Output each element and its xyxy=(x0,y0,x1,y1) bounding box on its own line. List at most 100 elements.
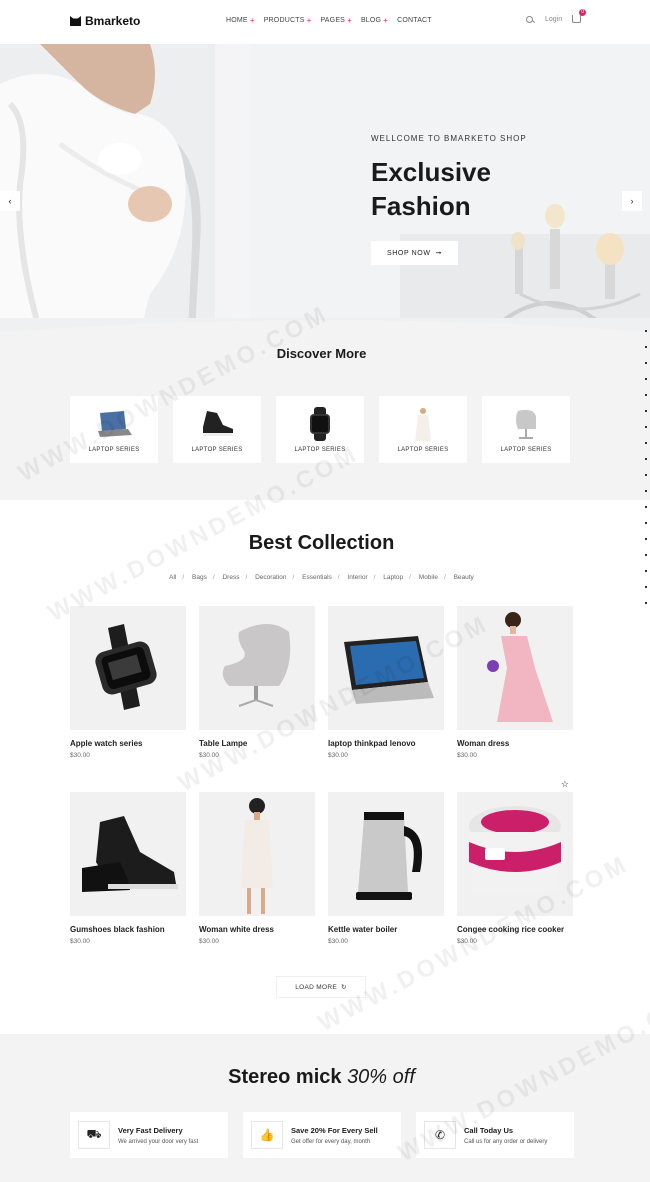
scroll-indicator xyxy=(645,330,648,630)
hero-content: WELLCOME TO BMARKETO SHOP Exclusive Fash… xyxy=(371,134,527,265)
product-price: $30.00 xyxy=(70,752,90,759)
feature-subtitle: Call us for any order or delivery xyxy=(464,1138,548,1145)
product-price: $30.00 xyxy=(199,752,219,759)
main-nav: HOME + PRODUCTS + PAGES + BLOG + CONTACT xyxy=(226,16,432,25)
product-name[interactable]: Kettle water boiler xyxy=(328,925,444,934)
filter-laptop[interactable]: Laptop xyxy=(383,574,403,581)
truck-icon: ⛟ xyxy=(78,1121,110,1149)
product-name[interactable]: Woman white dress xyxy=(199,925,315,934)
category-card[interactable]: LAPTOP SERIES xyxy=(70,396,158,463)
category-card[interactable]: LAPTOP SERIES xyxy=(276,396,364,463)
nav-label: PAGES xyxy=(320,17,346,24)
laptop-product-icon xyxy=(344,636,434,704)
promo-section: Stereo mick 30% off ⛟ Very Fast Delivery… xyxy=(0,1034,650,1182)
category-card[interactable]: LAPTOP SERIES xyxy=(482,396,570,463)
product-card[interactable]: Kettle water boiler $30.00 xyxy=(328,792,444,945)
filter-separator: / xyxy=(373,574,376,581)
header-actions: Login 0 xyxy=(526,9,587,23)
product-card[interactable]: laptop thinkpad lenovo $30.00 xyxy=(328,606,444,759)
nav-blog[interactable]: BLOG + xyxy=(360,16,389,25)
product-image[interactable] xyxy=(457,606,573,730)
product-price: $30.00 xyxy=(457,752,477,759)
filter-bags[interactable]: Bags xyxy=(192,574,207,581)
login-link[interactable]: Login xyxy=(545,16,562,23)
product-card[interactable]: Table Lampe $30.00 xyxy=(199,606,315,759)
slider-next-button[interactable]: › xyxy=(622,191,642,211)
nav-label: BLOG xyxy=(360,17,382,24)
product-price: $30.00 xyxy=(457,938,477,945)
product-image[interactable] xyxy=(328,792,444,916)
search-icon[interactable] xyxy=(526,15,533,23)
feature-title: Very Fast Delivery xyxy=(118,1125,183,1135)
promo-title: Stereo mick 30% off xyxy=(0,1066,643,1089)
nav-contact[interactable]: CONTACT xyxy=(397,17,432,24)
pink-dress-product-icon xyxy=(487,612,553,722)
hero-slider: WELLCOME TO BMARKETO SHOP Exclusive Fash… xyxy=(0,44,650,332)
product-card[interactable]: Apple watch series $30.00 xyxy=(70,606,186,759)
filter-interior[interactable]: Interior xyxy=(347,574,367,581)
logo[interactable]: Bmarketo xyxy=(70,14,140,28)
collection-filters: All / Bags / Dress / Decoration / Essentials… xyxy=(0,574,643,581)
product-name[interactable]: Congee cooking rice cooker xyxy=(457,925,573,934)
filter-all[interactable]: All xyxy=(169,574,176,581)
nav-label: HOME xyxy=(226,17,248,24)
product-name[interactable]: Apple watch series xyxy=(70,739,186,748)
filter-beauty[interactable]: Beauty xyxy=(454,574,474,581)
category-label: LAPTOP SERIES xyxy=(191,447,243,453)
product-image[interactable] xyxy=(199,606,315,730)
plus-icon: + xyxy=(249,16,255,25)
feature-card: ⛟ Very Fast Delivery We arrived your doo… xyxy=(70,1112,228,1158)
product-name[interactable]: Table Lampe xyxy=(199,739,315,748)
hero-title-line: Exclusive xyxy=(371,157,491,187)
plus-icon: + xyxy=(306,16,312,25)
feature-subtitle: Get offer for every day, month xyxy=(291,1138,371,1145)
cart-count-badge: 0 xyxy=(579,9,587,16)
logo-text: Bmarketo xyxy=(85,14,141,28)
chevron-right-icon: › xyxy=(630,196,634,206)
product-price: $30.00 xyxy=(199,938,219,945)
plus-icon: + xyxy=(383,16,389,25)
shop-now-button[interactable]: SHOP NOW ➞ xyxy=(371,241,459,265)
rice-cooker-product-icon xyxy=(469,806,561,892)
filter-separator: / xyxy=(337,574,340,581)
button-label: SHOP NOW xyxy=(387,249,431,257)
product-image[interactable] xyxy=(70,606,186,730)
product-name[interactable]: Gumshoes black fashion xyxy=(70,925,186,934)
white-dress-product-icon xyxy=(241,798,273,914)
category-card[interactable]: LAPTOP SERIES xyxy=(173,396,261,463)
nav-products[interactable]: PRODUCTS + xyxy=(263,16,312,25)
cart-icon[interactable]: 0 xyxy=(572,9,587,23)
filter-separator: / xyxy=(292,574,295,581)
phone-icon: ✆ xyxy=(424,1121,456,1149)
product-card[interactable]: Gumshoes black fashion $30.00 xyxy=(70,792,186,945)
filter-decoration[interactable]: Decoration xyxy=(255,574,286,581)
feature-title: Call Today Us xyxy=(464,1125,514,1135)
product-name[interactable]: laptop thinkpad lenovo xyxy=(328,739,444,748)
promo-title-main: Stereo mick xyxy=(228,1066,342,1088)
product-card[interactable]: Woman dress $30.00 ☆ xyxy=(457,606,573,789)
nav-label: CONTACT xyxy=(397,17,432,24)
category-card[interactable]: LAPTOP SERIES xyxy=(379,396,467,463)
nav-label: PRODUCTS xyxy=(263,17,305,24)
watch-product-icon xyxy=(95,624,157,710)
nav-home[interactable]: HOME + xyxy=(226,16,255,25)
filter-essentials[interactable]: Essentials xyxy=(302,574,332,581)
product-card[interactable]: Woman white dress $30.00 xyxy=(199,792,315,945)
filter-dress[interactable]: Dress xyxy=(222,574,239,581)
product-image[interactable] xyxy=(199,792,315,916)
watch-icon xyxy=(310,407,330,441)
product-card[interactable]: Congee cooking rice cooker $30.00 xyxy=(457,792,573,945)
best-collection-title: Best Collection xyxy=(248,532,395,554)
product-image[interactable] xyxy=(70,792,186,916)
slider-prev-button[interactable]: ‹ xyxy=(0,191,20,211)
wishlist-icon[interactable]: ☆ xyxy=(561,779,569,790)
load-more-button[interactable]: LOAD MORE ↻ xyxy=(277,977,365,997)
product-image[interactable] xyxy=(457,792,573,916)
nav-pages[interactable]: PAGES + xyxy=(320,17,351,25)
feature-card: 👍 Save 20% For Every Sell Get offer for … xyxy=(243,1112,401,1158)
filter-mobile[interactable]: Mobile xyxy=(419,574,438,581)
product-image[interactable] xyxy=(328,606,444,730)
discover-section: Discover More LAPTOP SERIES LAPTOP SERIE… xyxy=(0,318,650,500)
product-name[interactable]: Woman dress xyxy=(457,739,573,748)
feature-list: ⛟ Very Fast Delivery We arrived your doo… xyxy=(70,1112,574,1158)
